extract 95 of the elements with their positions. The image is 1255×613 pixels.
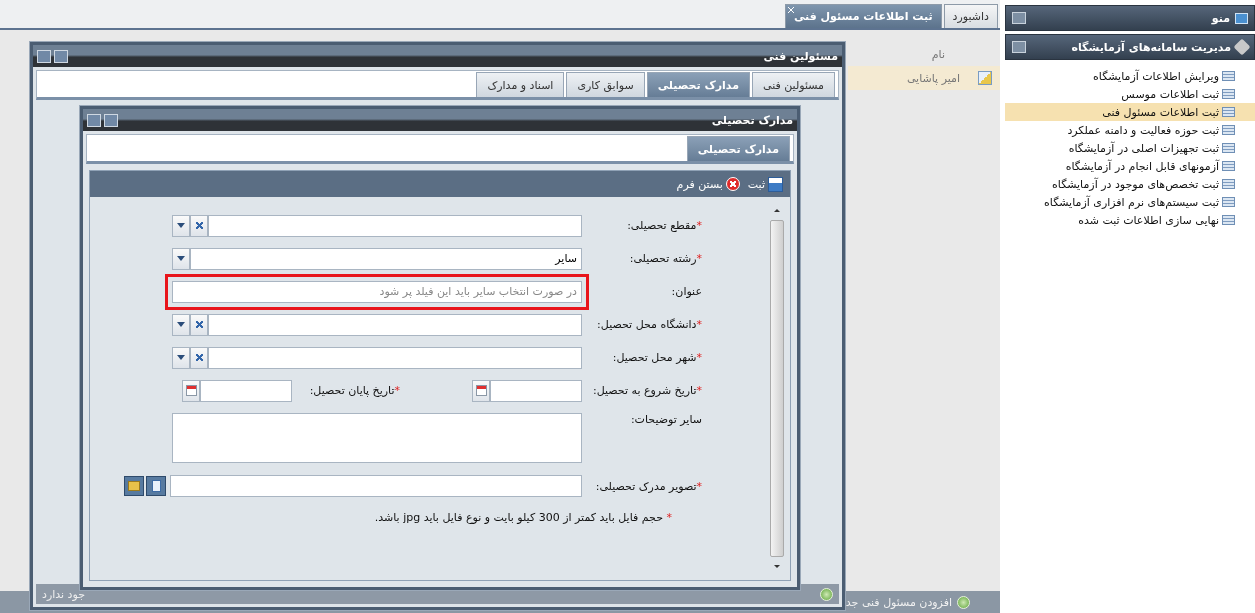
page-icon: [1222, 215, 1235, 225]
calendar-button[interactable]: [472, 379, 490, 402]
window-tab[interactable]: اسناد و مدارک: [476, 72, 565, 97]
restore-button[interactable]: [54, 49, 68, 63]
dropdown-button[interactable]: [172, 247, 190, 270]
combo-field[interactable]: [208, 346, 582, 369]
close-button[interactable]: [87, 113, 101, 127]
field-label: * شهر محل تحصیل:: [611, 351, 702, 364]
restore-button[interactable]: [104, 113, 118, 127]
add-icon[interactable]: [957, 595, 970, 609]
close-icon: [725, 177, 740, 191]
menu-item[interactable]: ویرایش اطلاعات آزمایشگاه: [1005, 67, 1255, 85]
menu-item[interactable]: ثبت حوزه فعالیت و دامنه عملکرد: [1005, 121, 1255, 139]
date-field[interactable]: [490, 379, 582, 402]
menu-item[interactable]: ثبت تجهیزات اصلی در آزمایشگاه: [1005, 139, 1255, 157]
dialog-tab[interactable]: مدارک تحصیلی: [686, 136, 790, 161]
menu-item[interactable]: ثبت اطلاعات مسئول فنی: [1005, 103, 1255, 121]
calendar-icon: [185, 385, 197, 396]
dropdown-button[interactable]: [172, 214, 190, 237]
upload-button[interactable]: [124, 476, 144, 496]
close-form-button[interactable]: بستن فرم: [674, 177, 742, 191]
chevron-icon: [177, 223, 185, 228]
clear-icon: [195, 321, 203, 328]
dropdown-button[interactable]: [172, 346, 190, 369]
field-label: * رشته تحصیلی:: [628, 252, 702, 265]
clear-icon: [195, 222, 203, 229]
clear-button[interactable]: [190, 313, 208, 336]
menu-icon: [1235, 12, 1248, 24]
page-icon: [1222, 125, 1235, 135]
combo-field[interactable]: سایر: [190, 247, 582, 270]
menu-item[interactable]: نهایی سازی اطلاعات ثبت شده: [1005, 211, 1255, 229]
group-header[interactable]: مدیریت سامانه‌های آزمایشگاه: [1005, 34, 1255, 60]
required-asterisk: *: [696, 384, 702, 397]
collapse-button[interactable]: [1012, 41, 1026, 53]
document-icon: [151, 480, 161, 492]
page-icon: [1222, 143, 1235, 153]
save-icon: [768, 176, 783, 192]
field-label: * تاریخ پایان تحصیل:: [308, 384, 400, 397]
page-icon: [1222, 161, 1235, 171]
table-row[interactable]: امیر پاشایی: [848, 66, 1000, 90]
page-icon: [1222, 107, 1235, 117]
collapse-button[interactable]: [1012, 12, 1026, 24]
chevron-icon: [177, 322, 185, 327]
field-label: * تصویر مدرک تحصیلی:: [594, 479, 702, 493]
comments-field[interactable]: [172, 413, 582, 463]
page-icon: [1222, 179, 1235, 189]
field-label: * مقطع تحصیلی:: [626, 219, 702, 232]
window-tab[interactable]: مدارک تحصیلی: [646, 72, 750, 97]
clear-button[interactable]: [190, 214, 208, 237]
menu-item[interactable]: ثبت سیستم‌های نرم افزاری آزمایشگاه: [1005, 193, 1255, 211]
field-label: * تاریخ شروع به تحصیل:: [591, 384, 702, 397]
window-tab[interactable]: سوابق کاری: [566, 72, 645, 97]
calendar-button[interactable]: [182, 379, 200, 402]
close-icon[interactable]: [787, 7, 794, 13]
file-field[interactable]: [170, 475, 582, 497]
clear-icon: [195, 354, 203, 361]
page-icon: [1222, 71, 1235, 81]
page-tab[interactable]: ثبت اطلاعات مسئول فنی: [784, 4, 942, 28]
page-icon: [1222, 89, 1235, 99]
required-asterisk: *: [696, 351, 702, 364]
combo-field[interactable]: [208, 214, 582, 237]
chevron-icon: [177, 256, 185, 261]
dropdown-button[interactable]: [172, 313, 190, 336]
chevron-icon: [177, 355, 185, 360]
folder-icon: [128, 481, 140, 491]
field-label: * دانشگاه محل تحصیل:: [596, 318, 702, 331]
required-asterisk: *: [394, 384, 400, 397]
edit-icon[interactable]: [978, 71, 992, 85]
field-label: عنوان:: [670, 285, 702, 298]
required-asterisk: *: [696, 252, 702, 265]
table-cell: امیر پاشایی: [906, 71, 960, 85]
file-note: * حجم فایل باید کمتر از 300 کیلو بایت و نوع فایل باید jpg باشد.: [373, 511, 673, 524]
required-asterisk: *: [696, 318, 702, 331]
page-icon: [1222, 197, 1235, 207]
required-asterisk: *: [696, 219, 702, 232]
clear-button[interactable]: [190, 346, 208, 369]
title-field[interactable]: در صورت انتخاب سایر باید این فیلد پر شود: [172, 280, 582, 303]
field-label: سایر توضیحات:: [629, 413, 702, 426]
menu-item[interactable]: ثبت تخصص‌های موجود در آزمایشگاه: [1005, 175, 1255, 193]
empty-message: جود ندارد: [42, 587, 85, 601]
required-asterisk: *: [696, 479, 702, 493]
date-field[interactable]: [200, 379, 292, 402]
browse-button[interactable]: [146, 476, 166, 496]
calendar-icon: [475, 385, 487, 396]
page-tab[interactable]: داشبورد: [943, 4, 998, 28]
group-title: مدیریت سامانه‌های آزمایشگاه: [1071, 40, 1231, 54]
add-icon[interactable]: [820, 587, 833, 601]
save-button[interactable]: ثبت: [745, 176, 785, 192]
combo-field[interactable]: [208, 313, 582, 336]
window-tab[interactable]: مسئولین فنی: [752, 72, 835, 97]
menu-title: منو: [1211, 11, 1230, 25]
close-button[interactable]: [37, 49, 51, 63]
menu-item[interactable]: آزمونهای قابل انجام در آزمایشگاه: [1005, 157, 1255, 175]
menu-item[interactable]: ثبت اطلاعات موسس: [1005, 85, 1255, 103]
dialog-title: مدارک تحصیلی: [711, 113, 793, 127]
